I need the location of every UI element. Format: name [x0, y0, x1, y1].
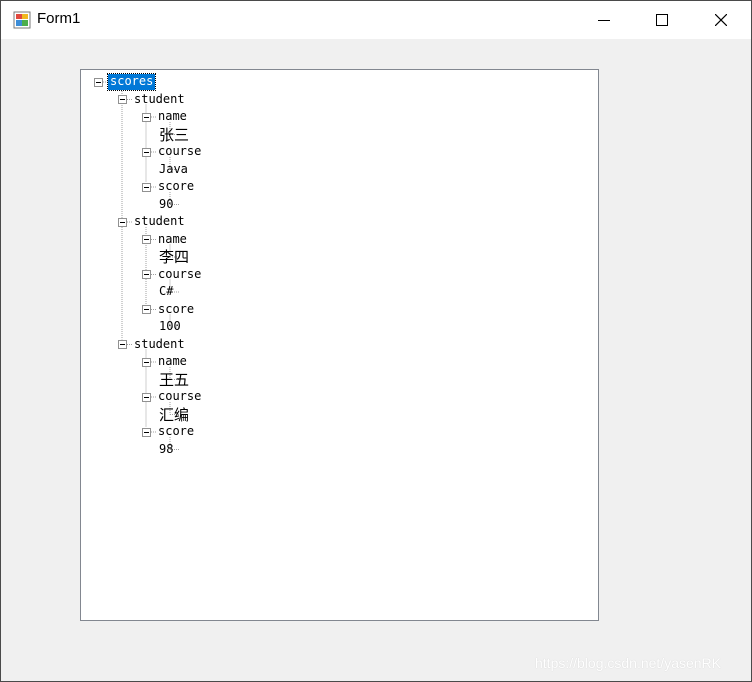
- title-bar[interactable]: Form1: [1, 1, 751, 39]
- field-node-expander[interactable]: [141, 147, 151, 157]
- close-button[interactable]: [692, 1, 750, 39]
- value-node-score[interactable]: 90: [157, 197, 175, 213]
- value-node-name[interactable]: 王五: [157, 372, 191, 388]
- watermark-text: https://blog.csdn.net/yasenRK: [535, 655, 721, 671]
- field-node-course[interactable]: course: [156, 267, 203, 283]
- value-node-score[interactable]: 100: [157, 319, 183, 335]
- minimize-button[interactable]: [575, 1, 633, 39]
- student-node[interactable]: student: [132, 214, 187, 230]
- value-node-name[interactable]: 李四: [157, 249, 191, 265]
- student-node-expander[interactable]: [117, 95, 127, 104]
- field-node-expander[interactable]: [141, 112, 151, 122]
- field-node-name[interactable]: name: [156, 109, 189, 125]
- form-app-icon: [13, 11, 31, 29]
- value-node-course[interactable]: C#: [157, 284, 175, 300]
- value-node-score[interactable]: 98: [157, 442, 175, 458]
- main-window: Form1 scores student name 张三 course Java score…: [0, 0, 752, 682]
- value-node-name[interactable]: 张三: [157, 127, 191, 143]
- field-node-expander[interactable]: [141, 235, 151, 244]
- value-node-course[interactable]: Java: [157, 162, 190, 178]
- field-node-score[interactable]: score: [156, 179, 196, 195]
- value-node-course[interactable]: 汇编: [157, 407, 191, 423]
- field-node-score[interactable]: score: [156, 424, 196, 440]
- close-icon: [715, 14, 727, 26]
- field-node-course[interactable]: course: [156, 389, 203, 405]
- field-node-expander[interactable]: [141, 305, 151, 314]
- root-node-scores[interactable]: scores: [106, 73, 157, 91]
- field-node-expander[interactable]: [141, 392, 151, 402]
- xml-tree-view[interactable]: scores student name 张三 course Java score 90 stud…: [80, 69, 599, 621]
- field-node-expander[interactable]: [141, 427, 151, 437]
- window-title: Form1: [37, 10, 81, 27]
- student-node-expander[interactable]: [117, 340, 127, 349]
- field-node-score[interactable]: score: [156, 302, 196, 318]
- field-node-course[interactable]: course: [156, 144, 203, 160]
- student-node[interactable]: student: [132, 337, 187, 353]
- root-node-expander[interactable]: [93, 77, 103, 87]
- field-node-name[interactable]: name: [156, 354, 189, 370]
- field-node-expander[interactable]: [141, 270, 151, 279]
- maximize-button[interactable]: [633, 1, 691, 39]
- student-node[interactable]: student: [132, 92, 187, 108]
- field-node-expander[interactable]: [141, 357, 151, 367]
- field-node-expander[interactable]: [141, 182, 151, 192]
- field-node-name[interactable]: name: [156, 232, 189, 248]
- minimize-icon: [598, 20, 610, 21]
- student-node-expander[interactable]: [117, 217, 127, 227]
- maximize-icon: [656, 14, 668, 26]
